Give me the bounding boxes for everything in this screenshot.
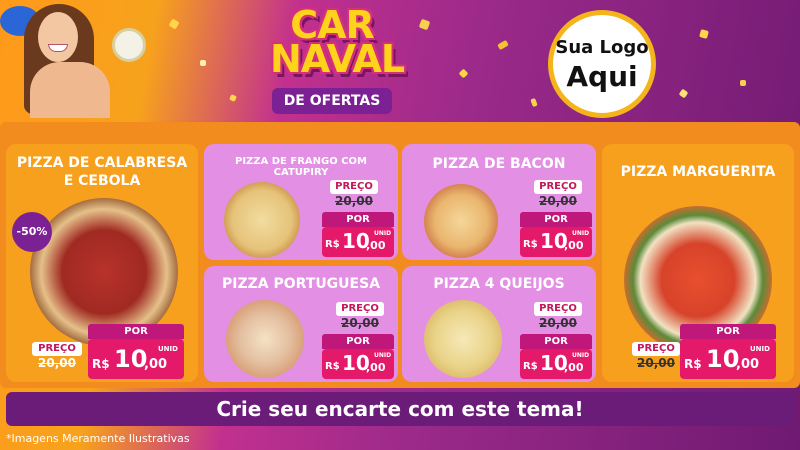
new-price-box: POR R$ 10 ,00 UNID — [322, 212, 394, 257]
product-name: PIZZA 4 QUEIJOS — [433, 276, 565, 292]
title-subtitle: DE OFERTAS — [272, 88, 392, 114]
new-price-box: POR R$ 10 ,00 UNID — [322, 334, 394, 379]
new-price-box: POR R$ 10 ,00 UNID — [88, 324, 184, 379]
old-price-box: PREÇO 20,00 — [32, 342, 82, 370]
product-board: PIZZA DE CALABRESA E CEBOLA -50% PREÇO 2… — [0, 122, 800, 388]
old-price-box: PREÇO 20,00 — [336, 302, 384, 330]
confetti — [678, 88, 689, 99]
discount-badge: -50% — [12, 212, 52, 252]
confetti — [497, 39, 509, 51]
product-name: PIZZA DE BACON — [432, 156, 566, 172]
confetti — [740, 80, 746, 86]
old-price-box: PREÇO 20,00 — [534, 180, 582, 208]
title-main: CAR NAVAL — [270, 3, 405, 81]
product-card-bacon[interactable]: PIZZA DE BACON PREÇO 20,00 POR R$ 10 ,00… — [402, 144, 596, 260]
confetti — [699, 29, 709, 39]
old-price-box: PREÇO 20,00 — [534, 302, 582, 330]
new-price-box: POR R$ 10 ,00 UNID — [520, 212, 592, 257]
pizza-frango-image — [224, 182, 300, 258]
product-name: PIZZA MARGUERITA — [620, 164, 776, 180]
product-name: PIZZA DE CALABRESA E CEBOLA — [16, 155, 188, 189]
pizza-4queijos-image — [424, 300, 502, 378]
confetti — [229, 94, 237, 102]
product-card-frango[interactable]: PIZZA DE FRANGO COM CATUPIRY PREÇO 20,00… — [204, 144, 398, 260]
logo-placeholder: Sua Logo Aqui — [548, 10, 656, 118]
carnaval-title-logo: CAR NAVAL DE OFERTAS — [266, 3, 405, 118]
confetti — [458, 68, 469, 79]
confetti — [200, 60, 206, 66]
promo-banner: Crie seu encarte com este tema! — [6, 392, 794, 426]
product-card-marguerita[interactable]: PIZZA MARGUERITA PREÇO 20,00 POR R$ 10 ,… — [602, 144, 794, 382]
new-price-box: POR R$ 10 ,00 UNID — [680, 324, 776, 379]
confetti — [418, 18, 431, 31]
product-card-portuguesa[interactable]: PIZZA PORTUGUESA PREÇO 20,00 POR R$ 10 ,… — [204, 266, 398, 382]
old-price-box: PREÇO 20,00 — [632, 342, 680, 370]
confetti — [530, 97, 538, 108]
pizza-portuguesa-image — [226, 300, 304, 378]
carnival-model-image — [0, 0, 150, 118]
confetti — [168, 18, 180, 30]
product-name: PIZZA DE FRANGO COM CATUPIRY — [234, 156, 367, 178]
product-card-calabresa[interactable]: PIZZA DE CALABRESA E CEBOLA -50% PREÇO 2… — [6, 144, 198, 382]
new-price-box: POR R$ 10 ,00 UNID — [520, 334, 592, 379]
product-name: PIZZA PORTUGUESA — [221, 276, 381, 292]
pizza-bacon-image — [424, 184, 498, 258]
product-card-4queijos[interactable]: PIZZA 4 QUEIJOS PREÇO 20,00 POR R$ 10 ,0… — [402, 266, 596, 382]
footnote: *Imagens Meramente Ilustrativas — [6, 432, 190, 445]
old-price-box: PREÇO 20,00 — [330, 180, 378, 208]
